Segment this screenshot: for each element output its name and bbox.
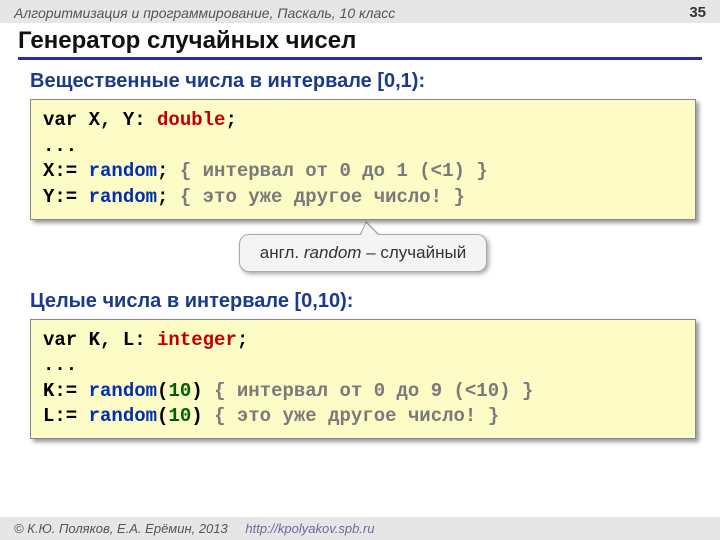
- keyword-type: double: [157, 109, 225, 131]
- code-comment: { интервал от 0 до 9 (<10) }: [214, 380, 533, 402]
- keyword-function: random: [89, 405, 157, 427]
- keyword-function: random: [89, 380, 157, 402]
- section2-heading: Целые числа в интервале [0,10):: [30, 290, 696, 313]
- code-text: K:=: [43, 380, 89, 402]
- keyword-function: random: [89, 186, 157, 208]
- code-text: ): [191, 380, 214, 402]
- page-title: Генератор случайных чисел: [18, 27, 702, 60]
- keyword-function: random: [89, 160, 157, 182]
- code-text: ;: [225, 109, 236, 131]
- header-band: Алгоритмизация и программирование, Паска…: [0, 0, 720, 23]
- footer-authors: © К.Ю. Поляков, Е.А. Ерёмин, 2013: [14, 521, 228, 536]
- code-text: (: [157, 405, 168, 427]
- code-block-2: var K, L: integer; ... K:= random(10) { …: [30, 319, 696, 440]
- code-text: var X, Y:: [43, 109, 157, 131]
- callout-row: англ. random – случайный: [30, 234, 696, 272]
- literal-number: 10: [168, 380, 191, 402]
- code-text: ;: [237, 329, 248, 351]
- code-comment: { интервал от 0 до 1 (<1) }: [180, 160, 488, 182]
- callout-bubble: англ. random – случайный: [239, 234, 487, 272]
- title-wrap: Генератор случайных чисел: [0, 23, 720, 60]
- code-text: ;: [157, 160, 180, 182]
- literal-number: 10: [168, 405, 191, 427]
- code-text: ;: [157, 186, 180, 208]
- code-comment: { это уже другое число! }: [214, 405, 499, 427]
- code-text: L:=: [43, 405, 89, 427]
- code-block-1: var X, Y: double; ... X:= random; { инте…: [30, 99, 696, 220]
- content-area: Вещественные числа в интервале [0,1): va…: [0, 60, 720, 439]
- keyword-type: integer: [157, 329, 237, 351]
- section1-heading: Вещественные числа в интервале [0,1):: [30, 70, 696, 93]
- callout-post: – случайный: [361, 243, 466, 262]
- footer-band: © К.Ю. Поляков, Е.А. Ерёмин, 2013 http:/…: [0, 517, 720, 540]
- code-text: ...: [43, 135, 77, 157]
- page-number: 35: [689, 4, 706, 21]
- code-text: ): [191, 405, 214, 427]
- callout-word: random: [304, 243, 362, 262]
- code-text: X:=: [43, 160, 89, 182]
- course-info: Алгоритмизация и программирование, Паска…: [14, 5, 395, 21]
- code-text: ...: [43, 354, 77, 376]
- code-text: var K, L:: [43, 329, 157, 351]
- callout-pre: англ.: [260, 243, 304, 262]
- code-comment: { это уже другое число! }: [180, 186, 465, 208]
- code-text: Y:=: [43, 186, 89, 208]
- code-text: (: [157, 380, 168, 402]
- footer-url: http://kpolyakov.spb.ru: [245, 521, 374, 536]
